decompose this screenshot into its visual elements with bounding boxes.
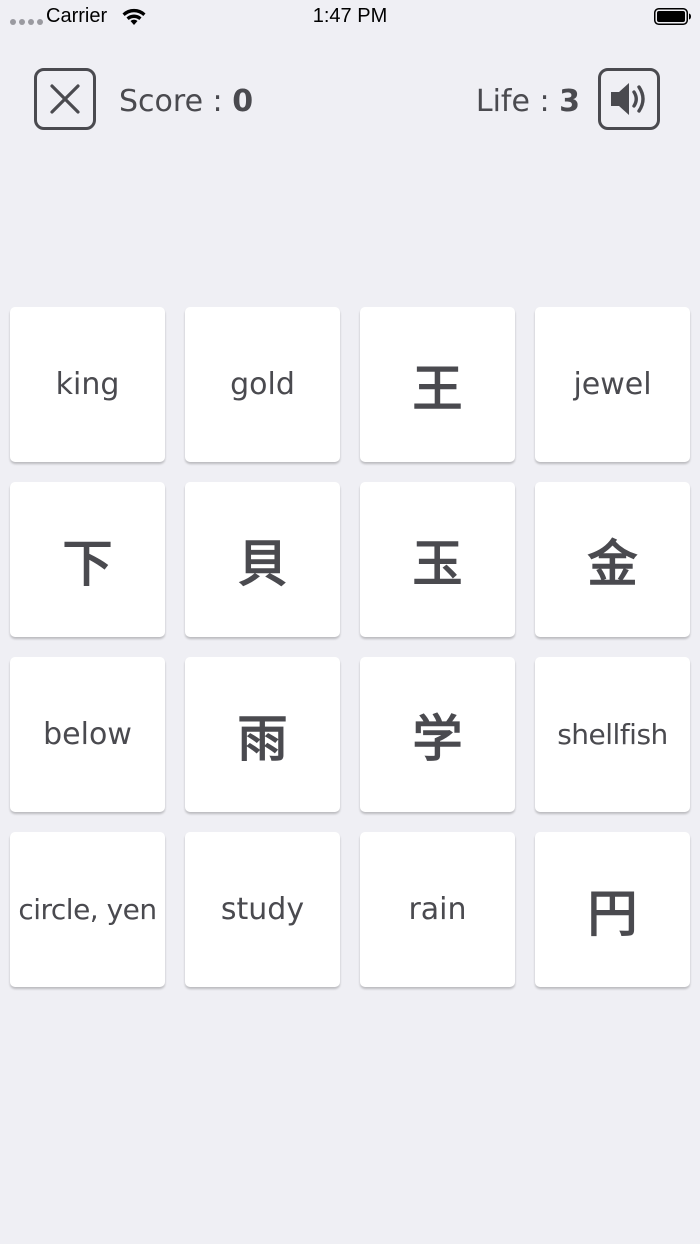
card-9[interactable]: below [10,657,165,812]
card-grid: king gold 王 jewel 下貝玉金 below 雨学 shellfish circle… [10,307,690,987]
speaker-icon [611,83,645,115]
close-button[interactable] [34,68,96,130]
card-4[interactable]: jewel [535,307,690,462]
game-screen: Carrier 1:47 PM Score : 0 Life : 3 king g… [0,0,700,1244]
status-bar: Carrier 1:47 PM [0,0,700,34]
card-6[interactable]: 貝 [185,482,340,637]
sound-toggle-button[interactable] [598,68,660,130]
score-display: Score : 0 [119,80,253,124]
life-value: 3 [559,84,580,119]
battery-icon [654,8,691,25]
close-icon [50,84,80,114]
card-2[interactable]: gold [185,307,340,462]
score-label: Score : [119,84,233,119]
card-7[interactable]: 玉 [360,482,515,637]
card-5[interactable]: 下 [10,482,165,637]
score-value: 0 [232,84,254,119]
card-14[interactable]: study [185,832,340,987]
life-label: Life : [475,84,560,119]
card-8[interactable]: 金 [535,482,690,637]
card-10[interactable]: 雨 [185,657,340,812]
card-16[interactable]: 円 [535,832,690,987]
card-12[interactable]: shellfish [535,657,690,812]
card-3[interactable]: 王 [360,307,515,462]
card-11[interactable]: 学 [360,657,515,812]
card-1[interactable]: king [10,307,165,462]
status-time: 1:47 PM [312,5,388,27]
card-15[interactable]: rain [360,832,515,987]
card-13[interactable]: circle, yen [10,832,165,987]
life-display: Life : 3 [476,80,580,124]
